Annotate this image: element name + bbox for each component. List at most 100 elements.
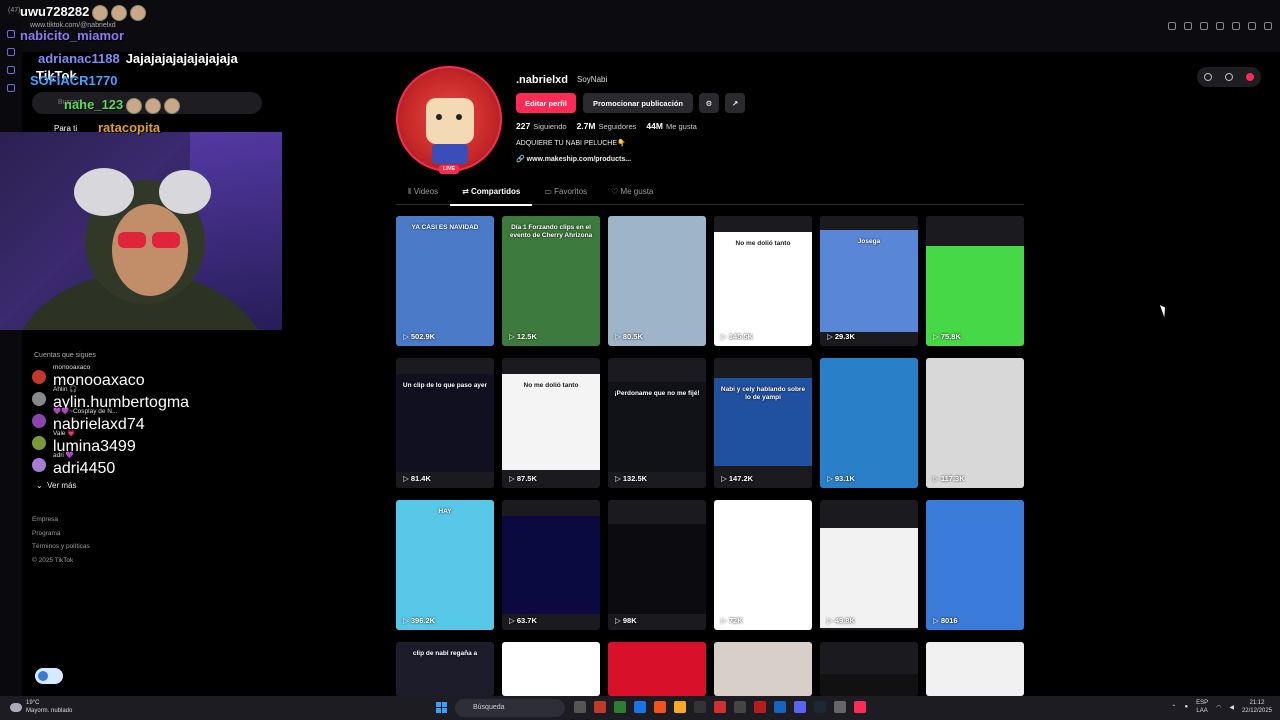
following-item[interactable]: adri 💜 adri4450 (32, 452, 115, 477)
profile-avatar[interactable] (396, 66, 502, 172)
theme-toggle[interactable] (35, 668, 63, 684)
following-item[interactable]: 💜💜~Cosplay de N... nabrielaxd74 (32, 408, 145, 433)
mic-icon[interactable]: ● (1184, 704, 1188, 710)
folder-icon[interactable] (674, 701, 686, 713)
task-view-icon[interactable] (574, 701, 586, 713)
video-card[interactable]: ▷ 98K (608, 500, 706, 630)
wifi-icon[interactable]: ◠ (1216, 704, 1221, 711)
view-count: ▷ 93.1K (827, 474, 855, 483)
video-card[interactable]: ▷ 8016 (926, 500, 1024, 630)
view-count: ▷ 147.2K (721, 474, 753, 483)
footer-program[interactable]: Programa (32, 527, 90, 541)
language-indicator[interactable]: ESP LAA (1196, 699, 1208, 715)
see-more-button[interactable]: ⌄ Ver más (36, 481, 77, 490)
following-stat[interactable]: 227 Siguiendo (516, 121, 567, 131)
extension-icon[interactable] (1184, 22, 1192, 30)
tab-reposts[interactable]: ⇄ Compartidos (450, 183, 533, 206)
video-card[interactable]: ▷ 63.7K (502, 500, 600, 630)
chat-message: adrianac1188 Jajajajajajajajajaja (38, 51, 238, 66)
chat-message: nabicito_miamor (20, 28, 124, 43)
windows-start-icon[interactable] (436, 702, 447, 713)
steam-icon[interactable] (814, 701, 826, 713)
refresh-icon[interactable] (1216, 22, 1224, 30)
following-item[interactable]: Vale 💗 lumina3499 (32, 430, 136, 455)
record-icon[interactable] (1246, 73, 1255, 81)
app-icon-3[interactable] (694, 701, 706, 713)
followers-stat[interactable]: 2.7M Seguidores (577, 121, 637, 131)
following-item[interactable]: monooaxaco monooaxaco (32, 364, 145, 389)
app-icon-4[interactable] (714, 701, 726, 713)
video-card[interactable]: clip de nabi regaña a (396, 642, 494, 696)
tray-chevron-icon[interactable]: ⌃ (1171, 704, 1176, 711)
video-card[interactable]: No me dolió tanto ▷ 87.5K (502, 358, 600, 488)
toggle-knob (38, 671, 48, 681)
video-card[interactable]: Día 1 Forzando clips en el evento de Che… (502, 216, 600, 346)
taskbar-search[interactable]: Búsqueda (455, 699, 565, 717)
footer-terms[interactable]: Términos y políticas (32, 540, 90, 554)
video-card[interactable]: Un clip de lo que paso ayer ▷ 81.4K (396, 358, 494, 488)
app-icon-1[interactable] (594, 701, 606, 713)
tab-favorites[interactable]: ▭ Favoritos (532, 183, 599, 205)
rail-message-icon[interactable] (7, 66, 15, 74)
video-card[interactable]: Nabi y ceiy hablando sobre lo de yampi ▷ … (714, 358, 812, 488)
shield-icon[interactable] (1200, 22, 1208, 30)
minecraft-icon[interactable] (614, 701, 626, 713)
footer-company[interactable]: Empresa (32, 513, 90, 527)
video-card[interactable]: ▷ 49.8K (820, 500, 918, 630)
tab-strip[interactable]: (47) (0, 0, 1280, 20)
video-card[interactable]: ▷ 72K (714, 500, 812, 630)
streamer-figure (22, 168, 258, 330)
heart-icon[interactable] (1248, 22, 1256, 30)
rail-home-icon[interactable] (7, 30, 15, 38)
play-icon[interactable] (1232, 22, 1240, 30)
play-icon: ▷ (509, 332, 517, 341)
video-card[interactable]: Josega ▷ 29.3K (820, 216, 918, 346)
app-icon-5[interactable] (734, 701, 746, 713)
edit-profile-button[interactable]: Editar perfil (516, 93, 576, 113)
video-card[interactable] (926, 642, 1024, 696)
video-card[interactable]: ▷ 93.1K (820, 358, 918, 488)
profile-username: .nabrielxd (516, 74, 568, 86)
weather-widget[interactable]: 19°C Mayorm. nublado (10, 699, 72, 715)
discord-icon[interactable] (794, 701, 806, 713)
app-icon-6[interactable] (834, 701, 846, 713)
live-badge[interactable]: LIVE (439, 165, 459, 174)
clock[interactable]: 21:12 22/12/2025 (1242, 699, 1272, 715)
following-item[interactable]: Ahlin 🎧 aylin.humbertogma (32, 386, 189, 411)
bookmark-icon[interactable] (1168, 22, 1176, 30)
phone-icon[interactable] (1224, 73, 1233, 81)
video-card[interactable] (820, 642, 918, 696)
video-card[interactable] (714, 642, 812, 696)
video-card[interactable]: HAY ▷ 396.2K (396, 500, 494, 630)
word-icon[interactable] (774, 701, 786, 713)
tiktok-app-icon[interactable] (854, 701, 866, 713)
volume-icon[interactable]: ◀ (1229, 704, 1234, 711)
share-icon[interactable]: ↗ (725, 93, 745, 113)
app-icon-2[interactable] (634, 701, 646, 713)
windows-taskbar: 19°C Mayorm. nublado Búsqueda ⌃ ● ESP LAA … (0, 696, 1280, 720)
video-card[interactable] (502, 642, 600, 696)
compass-icon[interactable] (1203, 73, 1212, 81)
video-card[interactable] (608, 642, 706, 696)
view-count: ▷ 502.9K (403, 332, 435, 341)
video-card[interactable]: ▷ 117.3K (926, 358, 1024, 488)
tab-count[interactable]: (47) (8, 7, 20, 14)
video-card[interactable]: ¡Perdoname que no me fijé! ▷ 132.5K (608, 358, 706, 488)
profile-link[interactable]: 🔗 www.makeship.com/products... (516, 155, 631, 163)
rail-music-icon[interactable] (7, 84, 15, 92)
tab-videos[interactable]: ⦀ Videos (396, 183, 450, 205)
tab-liked[interactable]: ♡ Me gusta (599, 183, 665, 205)
view-count-value: 80.5K (622, 332, 643, 341)
video-card[interactable]: No me dolió tanto ▷ 145.5K (714, 216, 812, 346)
promote-post-button[interactable]: Promocionar publicación (583, 93, 693, 113)
brave-icon[interactable] (654, 701, 666, 713)
footer-links: Empresa Programa Términos y políticas © … (32, 513, 90, 567)
rail-bookmark-icon[interactable] (7, 48, 15, 56)
profile-bio: ADQUIERE TU NABI PELUCHE👇 (516, 140, 626, 147)
settings-icon[interactable]: ⚙ (699, 93, 719, 113)
video-card[interactable]: ▷ 80.5K (608, 216, 706, 346)
menu-icon[interactable] (1264, 22, 1272, 30)
video-card[interactable]: YA CASI ES NAVIDAD ▷ 502.9K (396, 216, 494, 346)
opera-icon[interactable] (754, 701, 766, 713)
video-card[interactable]: ▷ 75.8K (926, 216, 1024, 346)
